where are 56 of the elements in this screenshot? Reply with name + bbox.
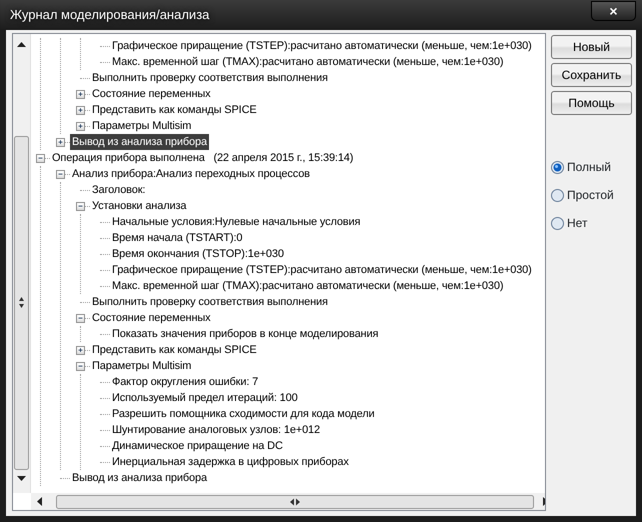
expand-icon[interactable]	[56, 138, 65, 147]
radio-button[interactable]	[551, 160, 564, 174]
close-button[interactable]: ×	[591, 1, 636, 21]
tree-item[interactable]: Время начала (TSTART):0	[110, 230, 244, 246]
expand-icon[interactable]	[76, 90, 85, 99]
tree-item[interactable]: Представить как команды SPICE	[90, 342, 259, 358]
tree-item[interactable]: Показать значения приборов в конце моделирования	[110, 326, 380, 342]
radio-button[interactable]	[551, 188, 564, 202]
radio-label: Простой	[567, 187, 614, 204]
tree-item[interactable]: Графическое приращение (TSTEP):расчитано автоматически (меньше, чем:1е+030)	[110, 262, 534, 278]
scroll-down-icon[interactable]	[17, 476, 26, 481]
vertical-scrollbar[interactable]	[13, 34, 31, 493]
tree-item[interactable]: Состояние переменных	[90, 86, 212, 102]
tree-item[interactable]: Параметры Multisim	[90, 118, 194, 134]
radio-button[interactable]	[551, 216, 564, 230]
dialog-button[interactable]: Сохранить	[551, 63, 632, 87]
tree-item[interactable]: Выполнить проверку соответствия выполнения	[90, 294, 330, 310]
tree-item[interactable]: Макс. временной шаг (TMAX):расчитано автоматически (меньше, чем:1е+030)	[110, 278, 506, 294]
scroll-thumb[interactable]	[56, 494, 534, 508]
tree-item[interactable]: Используемый предел итераций: 100	[110, 390, 300, 406]
collapse-icon[interactable]	[36, 154, 45, 163]
collapse-icon[interactable]	[76, 202, 85, 211]
dialog-button[interactable]: Помощь	[551, 91, 632, 115]
collapse-icon[interactable]	[76, 362, 85, 371]
tree-item[interactable]: Графическое приращение (TSTEP):расчитано автоматически (меньше, чем:1е+030)	[110, 38, 534, 54]
dialog-button[interactable]: Новый	[551, 35, 632, 59]
tree-item[interactable]: Начальные условия:Нулевые начальные условия	[110, 214, 362, 230]
window-title: Журнал моделирования/анализа	[9, 6, 210, 24]
scroll-left-icon[interactable]	[37, 497, 42, 506]
tree-item[interactable]: Разрешить помощника сходимости для кода модели	[110, 406, 377, 422]
tree-item[interactable]: Параметры Multisim	[90, 358, 194, 374]
tree-item[interactable]: Анализ прибора:Анализ переходных процессов	[70, 166, 312, 182]
tree-item[interactable]: Шунтирование аналоговых узлов: 1е+012	[110, 422, 322, 438]
tree-item[interactable]: Макс. временной шаг (TMAX):расчитано автоматически (меньше, чем:1е+030)	[110, 54, 506, 70]
tree-item[interactable]: Динамическое приращение на DC	[110, 438, 285, 454]
expand-icon[interactable]	[76, 346, 85, 355]
tree-item[interactable]: Инерциальная задержка в цифровых приборах	[110, 454, 351, 470]
collapse-icon[interactable]	[76, 314, 85, 323]
horizontal-scrollbar[interactable]	[31, 493, 545, 510]
tree-item[interactable]: Выполнить проверку соответствия выполнения	[90, 70, 330, 86]
tree-item[interactable]: Заголовок:	[90, 182, 148, 198]
tree-item[interactable]: Состояние переменных	[90, 310, 212, 326]
tree-item[interactable]: Представить как команды SPICE	[90, 102, 259, 118]
radio-label: Нет	[567, 215, 588, 232]
expand-icon[interactable]	[76, 106, 85, 115]
tree-item[interactable]: Вывод из анализа прибора	[70, 134, 209, 150]
tree-item[interactable]: Операция прибора выполнена (22 апреля 2015 г., 15:39:14)	[50, 150, 356, 166]
tree-item[interactable]: Время окончания (TSTOP):1е+030	[110, 246, 286, 262]
radio-label: Полный	[567, 159, 611, 176]
tree-item[interactable]: Вывод из анализа прибора	[70, 470, 209, 486]
scroll-thumb[interactable]	[14, 136, 29, 470]
expand-icon[interactable]	[76, 122, 85, 131]
scroll-up-icon[interactable]	[17, 42, 26, 47]
tree-item[interactable]: Установки анализа	[90, 198, 188, 214]
tree-item[interactable]: Фактор округления ошибки: 7	[110, 374, 260, 390]
collapse-icon[interactable]	[56, 170, 65, 179]
